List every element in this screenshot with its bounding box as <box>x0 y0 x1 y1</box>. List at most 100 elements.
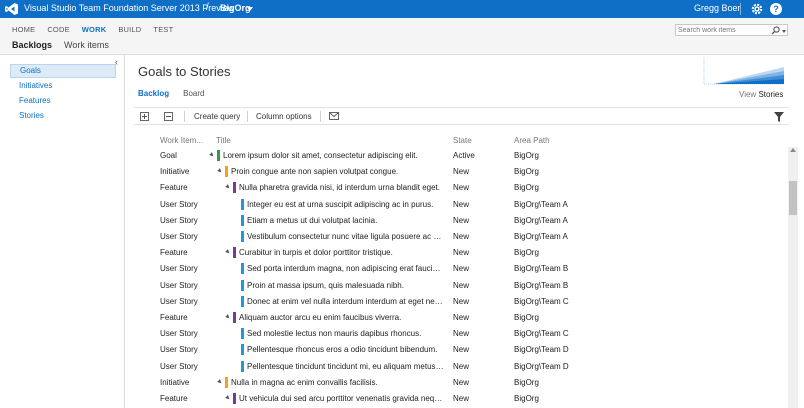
hub-work[interactable]: WORK <box>82 25 107 34</box>
work-item-color-bar <box>241 214 244 226</box>
work-item-area-path: BigOrg\Team B <box>514 264 569 274</box>
expand-toggle-icon[interactable] <box>225 184 231 191</box>
work-item-title[interactable]: Nulla pharetra gravida nisi, id interdum… <box>239 183 440 192</box>
table-row[interactable]: User Story Vestibulum consectetur nunc vi… <box>126 229 786 245</box>
sidebar-item-initiatives[interactable]: Initiatives <box>10 79 116 93</box>
work-item-type: User Story <box>160 199 198 209</box>
collapse-all-icon[interactable] <box>164 112 173 121</box>
work-item-type: User Story <box>160 264 198 274</box>
expand-toggle-icon[interactable] <box>217 168 223 175</box>
sub-tabs: Backlogs Work items <box>12 40 121 50</box>
column-header-state[interactable]: State <box>453 136 472 145</box>
search-box[interactable] <box>675 24 788 36</box>
table-row[interactable]: Goal Lorem ipsum dolor sit amet, consecte… <box>126 148 786 164</box>
hub-test[interactable]: TEST <box>153 25 173 34</box>
tab-backlog[interactable]: Backlog <box>138 89 169 98</box>
scrollbar-thumb[interactable] <box>789 181 797 215</box>
column-header-area-path[interactable]: Area Path <box>514 136 550 145</box>
table-row[interactable]: Initiative Nulla in magna ac enim convall… <box>126 375 786 391</box>
view-selector[interactable]: View Stories <box>739 90 783 99</box>
table-row[interactable]: Initiative Proin congue ante non sapien v… <box>126 164 786 180</box>
table-row[interactable]: Feature Curabitur in turpis et dolor port… <box>126 245 786 261</box>
table-row[interactable]: Feature Nulla pharetra gravida nisi, id i… <box>126 180 786 196</box>
tab-board[interactable]: Board <box>183 89 204 98</box>
work-item-state: New <box>453 394 470 403</box>
view-value[interactable]: Stories <box>758 90 783 99</box>
work-item-title[interactable]: Donec at enim vel nulla interdum interdu… <box>247 297 444 306</box>
vertical-scrollbar[interactable] <box>788 147 798 408</box>
work-item-state: New <box>453 215 470 225</box>
table-row[interactable]: User Story Pellentesque rhoncus eros a od… <box>126 342 786 358</box>
gear-icon[interactable] <box>750 2 764 16</box>
work-item-title[interactable]: Sed molestie lectus non mauris dapibus r… <box>247 329 421 338</box>
work-item-color-bar <box>233 312 236 323</box>
expand-toggle-icon[interactable] <box>217 378 223 385</box>
work-item-type: Feature <box>160 394 188 403</box>
main-content: Goals to Stories Backlog Board View Stor… <box>126 55 804 408</box>
expand-toggle-icon[interactable] <box>225 314 231 320</box>
sidebar-item-features[interactable]: Features <box>10 94 116 108</box>
work-item-title[interactable]: Integer eu est at urna suscipit adipisci… <box>247 200 433 209</box>
expand-toggle-icon[interactable] <box>225 395 231 401</box>
table-row[interactable]: User Story Integer eu est at urna suscipi… <box>126 197 786 213</box>
table-row[interactable]: User Story Proin at massa ipsum, quis mal… <box>126 278 786 294</box>
work-item-state: New <box>453 361 470 371</box>
column-header-title[interactable]: Title <box>216 136 231 145</box>
work-item-type: User Story <box>160 280 198 290</box>
work-item-color-bar <box>241 279 244 291</box>
collection-selector[interactable]: BigOrg <box>220 3 251 13</box>
divider <box>740 3 741 15</box>
cumulative-flow-thumbnail[interactable] <box>702 57 784 85</box>
column-options-button[interactable]: Column options <box>256 112 312 121</box>
scroll-up-icon[interactable] <box>790 148 796 152</box>
table-row[interactable]: Feature Aliquam auctor arcu eu enim fauci… <box>126 310 786 326</box>
filter-icon[interactable] <box>774 112 784 122</box>
work-item-color-bar <box>241 360 244 372</box>
visual-studio-logo-icon[interactable] <box>5 3 18 15</box>
work-item-title[interactable]: Lorem ipsum dolor sit amet, consectetur … <box>223 151 418 160</box>
chevron-down-icon[interactable] <box>247 7 253 11</box>
work-item-title[interactable]: Curabitur in turpis et dolor porttitor t… <box>239 248 393 257</box>
work-item-type: Initiative <box>160 167 190 177</box>
hub-home[interactable]: HOME <box>12 25 35 34</box>
navigation-bar: HOME CODE WORK BUILD TEST Backlogs Work … <box>0 18 804 55</box>
table-row[interactable]: User Story Etiam a metus ut dui volutpat … <box>126 213 786 229</box>
column-header-work-item-type[interactable]: Work Item... <box>160 136 203 145</box>
search-icon[interactable] <box>771 26 780 35</box>
table-row[interactable]: User Story Sed porta interdum magna, non … <box>126 261 786 277</box>
email-icon[interactable] <box>329 112 339 120</box>
expand-toggle-icon[interactable] <box>225 249 231 256</box>
tab-backlogs[interactable]: Backlogs <box>12 40 52 50</box>
expand-toggle-icon[interactable] <box>209 152 215 158</box>
help-icon[interactable]: ? <box>770 3 782 15</box>
search-input[interactable] <box>678 26 766 35</box>
work-item-title[interactable]: Proin at massa ipsum, quis malesuada nib… <box>247 281 404 290</box>
expand-all-icon[interactable] <box>140 112 149 121</box>
work-item-title[interactable]: Sed porta interdum magna, non adipiscing… <box>247 264 444 273</box>
user-name[interactable]: Gregg Boer <box>694 3 741 13</box>
work-item-title[interactable]: Ut vehicula dui sed arcu porttitor venen… <box>239 394 444 403</box>
table-row[interactable]: User Story Donec at enim vel nulla interd… <box>126 294 786 310</box>
chevron-down-icon[interactable] <box>782 30 786 33</box>
create-query-button[interactable]: Create query <box>194 112 240 121</box>
work-item-title[interactable]: Etiam a metus ut dui volutpat lacinia. <box>247 216 377 225</box>
work-item-state: New <box>453 313 470 322</box>
work-item-title[interactable]: Pellentesque tincidunt tincidunt mi, eu … <box>247 362 444 371</box>
work-item-title[interactable]: Pellentesque rhoncus eros a odio tincidu… <box>247 345 437 354</box>
table-row[interactable]: Feature Ut vehicula dui sed arcu porttito… <box>126 391 786 407</box>
work-item-title[interactable]: Proin congue ante non sapien volutpat co… <box>231 167 398 176</box>
work-item-title[interactable]: Aliquam auctor arcu eu enim faucibus viv… <box>239 313 401 322</box>
table-row[interactable]: User Story Sed molestie lectus non mauris… <box>126 326 786 342</box>
work-item-title[interactable]: Nulla in magna ac enim convallis facilis… <box>231 378 378 387</box>
tab-work-items[interactable]: Work items <box>64 40 109 50</box>
work-item-area-path: BigOrg <box>514 394 539 403</box>
hub-build[interactable]: BUILD <box>118 25 141 34</box>
hub-code[interactable]: CODE <box>47 25 69 34</box>
grid-header: Work Item... Title State Area Path <box>126 136 786 148</box>
work-item-title[interactable]: Vestibulum consectetur nunc vitae ligula… <box>247 232 444 241</box>
product-title: Visual Studio Team Foundation Server 201… <box>24 3 235 13</box>
sidebar-item-stories[interactable]: Stories <box>10 109 116 123</box>
table-row[interactable]: User Story Pellentesque tincidunt tincidu… <box>126 359 786 375</box>
work-item-area-path: BigOrg\Team D <box>514 345 569 355</box>
sidebar-item-goals[interactable]: Goals <box>10 64 116 78</box>
